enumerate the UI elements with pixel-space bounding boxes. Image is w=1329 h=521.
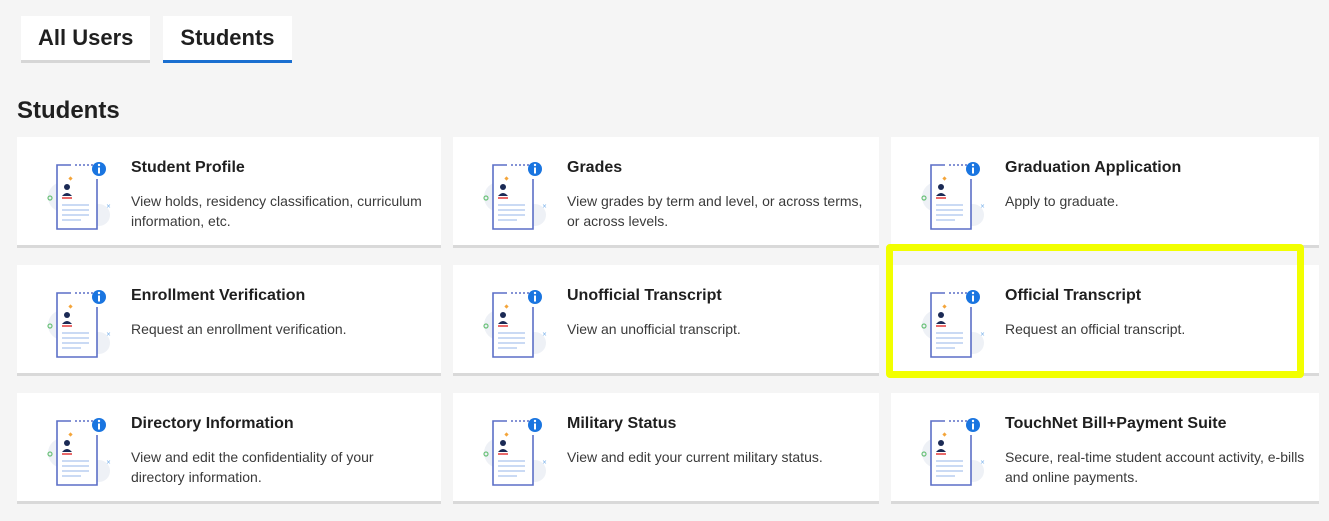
svg-text:×: × [106,459,111,466]
card-title: Directory Information [131,415,294,432]
svg-text:×: × [542,203,547,210]
card-title: Graduation Application [1005,159,1182,176]
card-description: Secure, real-time student account activi… [1005,449,1305,485]
card-description: Request an enrollment verification. [131,321,347,337]
card-touchnet-bill-payment[interactable]: × TouchNet Bill+Payment Suite Secure, re… [891,393,1319,504]
card-description: Request an official transcript. [1005,321,1186,337]
document-profile-icon: × [921,290,985,358]
svg-text:×: × [980,459,985,466]
svg-text:×: × [106,331,111,338]
svg-text:×: × [542,459,547,466]
card-title: Student Profile [131,159,245,176]
document-profile-icon: × [483,290,547,358]
document-profile-icon: × [47,418,111,486]
card-title: Grades [567,159,623,176]
svg-text:×: × [106,203,111,210]
card-student-profile[interactable]: × Student Profile View holds, residency … [17,137,441,248]
card-title: Military Status [567,415,677,432]
document-profile-icon: × [921,418,985,486]
card-grades[interactable]: × Grades View grades by term and level, … [453,137,879,248]
card-description: View and edit your current military stat… [567,449,823,465]
card-directory-information[interactable]: × Directory Information View and edit th… [17,393,441,504]
card-military-status[interactable]: × Military Status View and edit your cur… [453,393,879,504]
svg-text:×: × [980,203,985,210]
user-tabs: All Users Students [21,16,292,63]
document-profile-icon: × [47,290,111,358]
document-profile-icon: × [483,418,547,486]
tab-all-users[interactable]: All Users [21,16,151,63]
document-profile-icon: × [483,162,547,230]
svg-text:×: × [980,331,985,338]
card-description: View grades by term and level, or across… [567,193,863,229]
card-title: Official Transcript [1005,287,1142,304]
document-profile-icon: × [47,162,111,230]
card-grid: × Student Profile View holds, residency … [17,137,1319,504]
card-title: TouchNet Bill+Payment Suite [1005,415,1227,432]
card-description: Apply to graduate. [1005,193,1119,209]
tab-students[interactable]: Students [163,16,292,63]
card-description: View holds, residency classification, cu… [131,193,422,229]
card-title: Enrollment Verification [131,287,306,304]
card-unofficial-transcript[interactable]: × Unofficial Transcript View an unoffici… [453,265,879,376]
card-graduation-application[interactable]: × Graduation Application Apply to gradua… [891,137,1319,248]
section-title: Students [17,97,120,124]
card-description: View an unofficial transcript. [567,321,741,337]
card-title: Unofficial Transcript [567,287,722,304]
card-enrollment-verification[interactable]: × Enrollment Verification Request an enr… [17,265,441,376]
document-profile-icon: × [921,162,985,230]
svg-text:×: × [542,331,547,338]
card-official-transcript[interactable]: × Official Transcript Request an officia… [891,265,1319,376]
card-description: View and edit the confidentiality of you… [131,449,374,485]
